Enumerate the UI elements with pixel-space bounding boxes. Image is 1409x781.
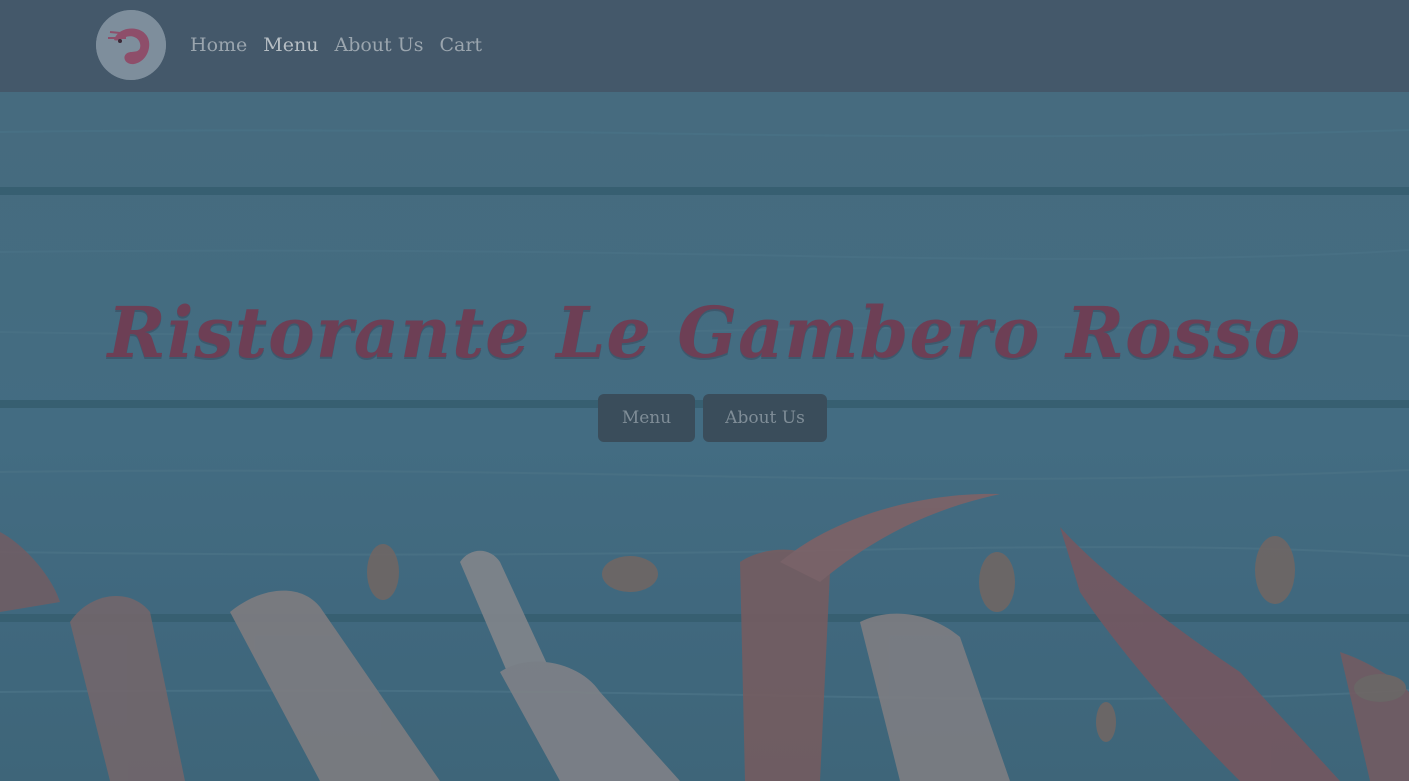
about-us-button[interactable]: About Us (703, 394, 827, 442)
nav-link-home[interactable]: Home (190, 30, 247, 60)
navbar: Home Menu About Us Cart (0, 0, 1409, 92)
hero-title: Ristorante Le Gambero Rosso (107, 290, 1302, 374)
logo[interactable] (96, 10, 166, 80)
nav-link-cart[interactable]: Cart (439, 30, 482, 60)
shrimp-logo-icon (96, 10, 166, 80)
nav-link-about-us[interactable]: About Us (334, 30, 423, 60)
menu-button[interactable]: Menu (598, 394, 695, 442)
nav-links: Home Menu About Us Cart (190, 30, 482, 60)
page: Home Menu About Us Cart Ristorante Le Ga… (0, 0, 1409, 781)
hero-buttons: Menu About Us (598, 394, 827, 442)
hero-section: Ristorante Le Gambero Rosso Menu About U… (0, 92, 1409, 781)
nav-link-menu[interactable]: Menu (263, 30, 318, 60)
